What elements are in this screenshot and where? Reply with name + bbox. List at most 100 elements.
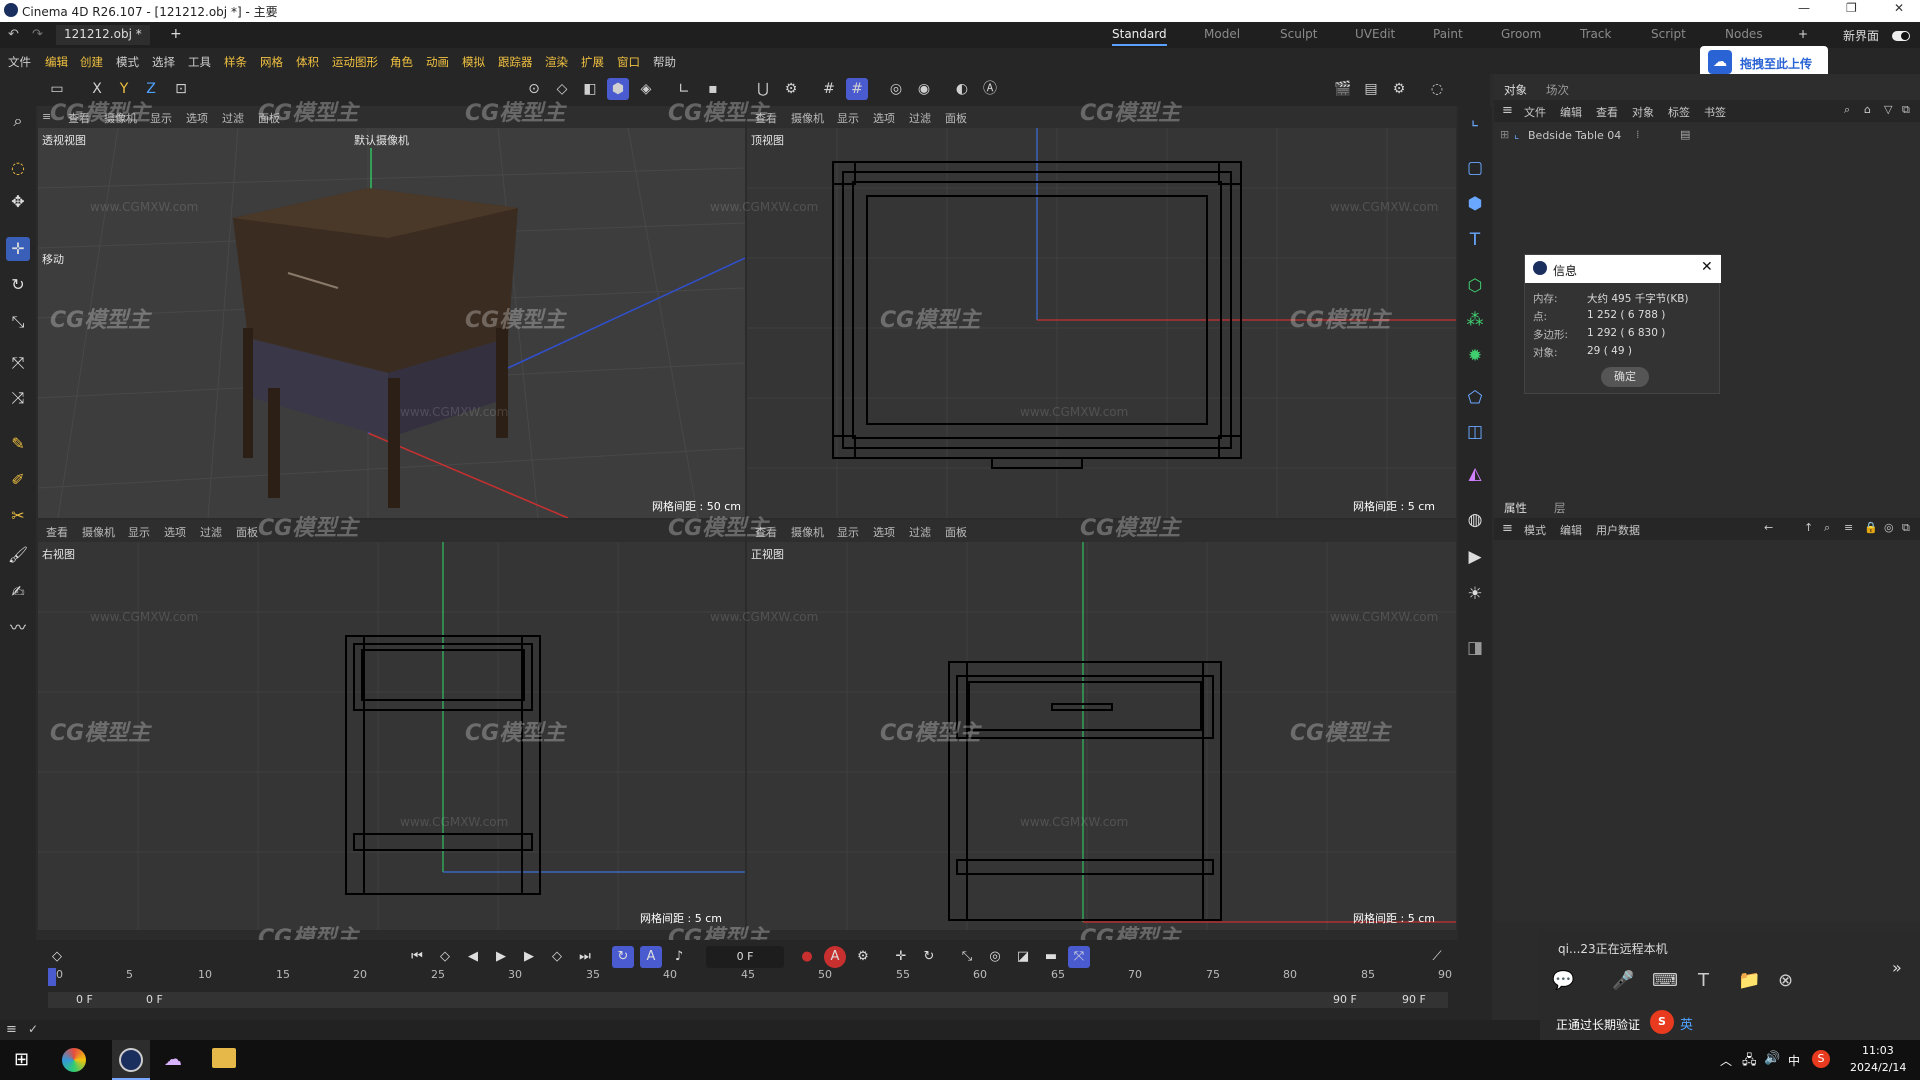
scale-tool-icon[interactable]: ⤡: [6, 310, 30, 334]
chrome-icon[interactable]: [62, 1048, 86, 1072]
axis-transform-icon[interactable]: ⤨: [6, 386, 30, 410]
vp-menu-panel[interactable]: 面板: [236, 524, 258, 540]
render-picture-icon[interactable]: ▤: [1360, 78, 1382, 100]
coordinate-system-icon[interactable]: ⊡: [170, 78, 192, 100]
up-arrow-icon[interactable]: ↑: [1804, 521, 1813, 534]
tray-chevron-icon[interactable]: ︿: [1720, 1052, 1732, 1069]
snap-axis-icon[interactable]: ▪: [702, 78, 724, 100]
key-pla-icon[interactable]: ◪: [1012, 946, 1034, 968]
new-window-icon[interactable]: ⧉: [1902, 103, 1910, 117]
key-rot-icon[interactable]: ↻: [918, 946, 940, 968]
transform-tool-icon[interactable]: ⤧: [6, 351, 30, 375]
auto-key-icon[interactable]: Ⓐ: [979, 78, 1001, 100]
render-settings-icon[interactable]: ⚙: [1388, 78, 1410, 100]
key-mode-icon[interactable]: ▬: [1040, 946, 1062, 968]
goto-start-icon[interactable]: ⏮: [406, 946, 428, 968]
om-menu-file[interactable]: 文件: [1524, 104, 1546, 120]
render-view-icon[interactable]: 🎬: [1332, 78, 1354, 100]
windows-start-icon[interactable]: ⊞: [14, 1049, 29, 1070]
home-icon[interactable]: ⌂: [1864, 103, 1871, 116]
am-menu-edit[interactable]: 编辑: [1560, 522, 1582, 538]
environment-icon[interactable]: ◍: [1463, 508, 1487, 532]
solo-icon[interactable]: ◎: [885, 78, 907, 100]
new-tab-button[interactable]: +: [170, 26, 182, 42]
filter-icon[interactable]: ▽: [1884, 103, 1892, 116]
camera-icon[interactable]: ▶: [1463, 545, 1487, 569]
vp-menu-filter[interactable]: 过滤: [909, 110, 931, 126]
vp-menu-display[interactable]: 显示: [837, 110, 859, 126]
fcurve-icon[interactable]: ⟋: [1426, 946, 1448, 968]
vp-menu-view[interactable]: 查看: [755, 524, 777, 540]
menu-file[interactable]: 文件: [8, 54, 31, 70]
key-pos-icon[interactable]: ✛: [890, 946, 912, 968]
vp-menu-display[interactable]: 显示: [150, 110, 172, 126]
menu-volume[interactable]: 体积: [296, 54, 319, 70]
menu-simulate[interactable]: 模拟: [462, 54, 485, 70]
om-menu-bookmarks[interactable]: 书签: [1704, 104, 1726, 120]
cube-icon[interactable]: ⬢: [1463, 192, 1487, 216]
record-icon[interactable]: ●: [796, 946, 818, 968]
minimize-button[interactable]: —: [1798, 1, 1810, 15]
vp-menu-options[interactable]: 选项: [873, 524, 895, 540]
redo-icon[interactable]: ↷: [32, 27, 43, 42]
lock-z-button[interactable]: Z: [140, 78, 162, 100]
maximize-button[interactable]: ❐: [1846, 1, 1857, 15]
field-icon[interactable]: ◫: [1463, 420, 1487, 444]
menu-select[interactable]: 选择: [152, 54, 175, 70]
right-viewport[interactable]: 查看 摄像机 显示 选项 过滤 面板 右视图 网格间距 : 5 cm: [38, 520, 745, 930]
filter-icon[interactable]: ≡: [1844, 521, 1853, 534]
layout-paint[interactable]: Paint: [1433, 27, 1463, 41]
hamburger-icon[interactable]: ≡: [42, 110, 51, 123]
volume-icon[interactable]: 🔊: [1764, 1051, 1780, 1066]
sogou-tray-icon[interactable]: S: [1812, 1050, 1830, 1068]
app-icon[interactable]: ☁: [164, 1049, 182, 1070]
frame-ruler[interactable]: 0 5 10 15 20 25 30 35 40 45 50 55 60 65 …: [48, 966, 1452, 988]
menu-mograph[interactable]: 运动图形: [332, 54, 378, 70]
rotate-tool-icon[interactable]: ↻: [6, 273, 30, 297]
lock-x-button[interactable]: X: [86, 78, 108, 100]
folder-icon[interactable]: 📁: [1738, 970, 1760, 991]
layout-groom[interactable]: Groom: [1501, 27, 1541, 41]
search-icon[interactable]: ⌕: [6, 109, 30, 133]
vp-menu-options[interactable]: 选项: [186, 110, 208, 126]
loop-icon[interactable]: ↻: [612, 946, 634, 968]
vp-menu-view[interactable]: 查看: [68, 110, 90, 126]
new-ui-toggle[interactable]: [1892, 31, 1910, 41]
preview-range-icon[interactable]: A: [640, 946, 662, 968]
sogou-ime-icon[interactable]: S: [1650, 1010, 1674, 1034]
selection-tool-icon[interactable]: ◌: [6, 156, 30, 180]
vp-menu-camera[interactable]: 摄像机: [82, 524, 115, 540]
vp-menu-filter[interactable]: 过滤: [909, 524, 931, 540]
vp-menu-panel[interactable]: 面板: [258, 110, 280, 126]
object-row[interactable]: ⊞ ⌞ Bedside Table 04 ⁞ ▤: [1494, 126, 1920, 144]
layout-nodes[interactable]: Nodes: [1725, 27, 1763, 41]
play-icon[interactable]: ▶: [490, 946, 512, 968]
mograph-cloner-icon[interactable]: ⁂: [1463, 308, 1487, 332]
ok-button[interactable]: 确定: [1601, 367, 1649, 387]
file-explorer-icon[interactable]: [212, 1048, 236, 1068]
key-param-icon[interactable]: ◎: [984, 946, 1006, 968]
preview-range-bar[interactable]: 0 F 0 F 90 F 90 F: [48, 992, 1448, 1008]
om-menu-tags[interactable]: 标签: [1668, 104, 1690, 120]
paint-icon[interactable]: ✍: [6, 580, 30, 604]
network-icon[interactable]: 🖧: [1742, 1051, 1757, 1073]
menu-window[interactable]: 窗口: [617, 54, 640, 70]
viewport-solo-icon[interactable]: ◉: [913, 78, 935, 100]
cinema4d-taskbar-item[interactable]: [112, 1040, 150, 1080]
range-start[interactable]: 0 F: [76, 993, 93, 1006]
smooth-icon[interactable]: 〰: [6, 616, 30, 640]
undo-icon[interactable]: ↶: [8, 27, 19, 42]
lock-y-button[interactable]: Y: [113, 78, 135, 100]
vp-menu-display[interactable]: 显示: [837, 524, 859, 540]
playhead[interactable]: [48, 968, 56, 986]
text-icon[interactable]: T: [1463, 228, 1487, 252]
edges-mode-icon[interactable]: ◇: [551, 78, 573, 100]
vp-menu-display[interactable]: 显示: [128, 524, 150, 540]
chat-icon[interactable]: 💬: [1552, 970, 1574, 991]
object-name[interactable]: Bedside Table 04: [1528, 129, 1621, 142]
visibility-icon[interactable]: ⁞: [1636, 128, 1640, 141]
tab-attributes[interactable]: 属性: [1504, 500, 1527, 516]
perspective-viewport[interactable]: ≡ 查看 摄像机 显示 选项 过滤 面板 透视视图 默认摄像机 移动 网格间距 …: [38, 106, 745, 518]
effector-icon[interactable]: ✹: [1463, 344, 1487, 368]
goto-end-icon[interactable]: ⏭: [574, 946, 596, 968]
